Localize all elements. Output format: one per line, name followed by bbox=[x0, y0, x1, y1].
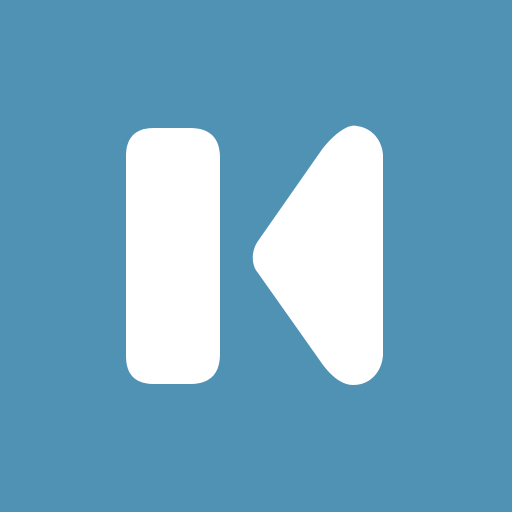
skip-back-icon bbox=[0, 0, 512, 512]
app-icon[interactable] bbox=[0, 0, 512, 512]
skip-back-bar bbox=[126, 128, 220, 384]
